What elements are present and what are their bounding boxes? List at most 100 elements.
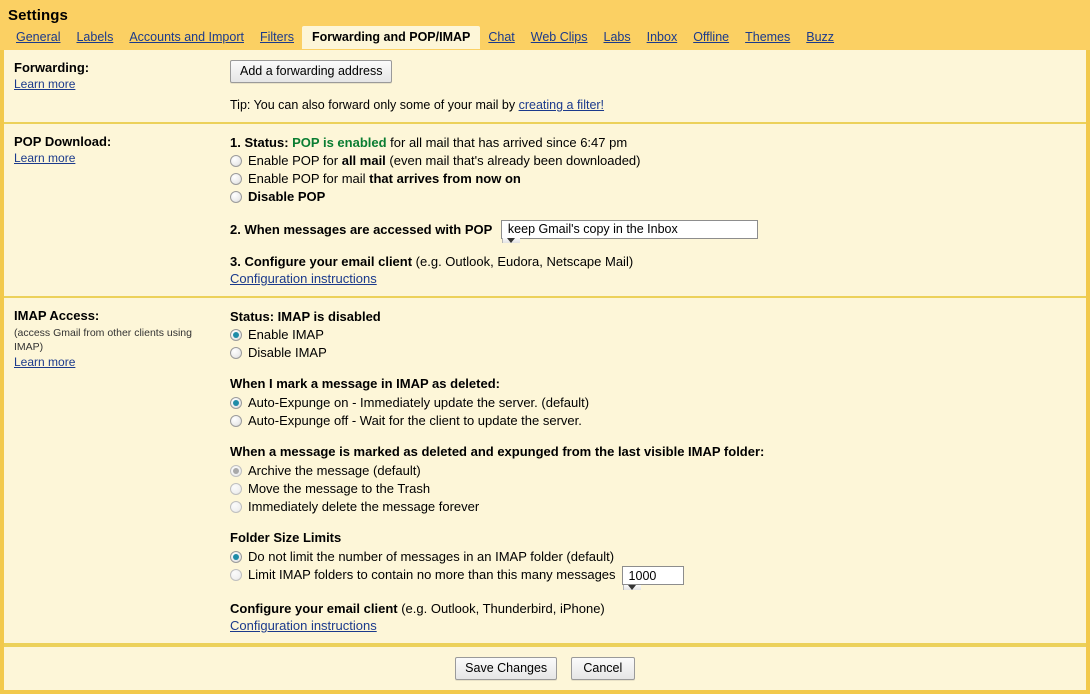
imap-field-col: Status: IMAP is disabled Enable IMAPDisa… bbox=[230, 298, 1086, 643]
radio-text-bold: that arrives from now on bbox=[369, 171, 521, 186]
pop-status-suffix: for all mail that has arrived since 6:47… bbox=[387, 135, 628, 150]
tab-buzz[interactable]: Buzz bbox=[798, 27, 842, 49]
cancel-button[interactable]: Cancel bbox=[571, 657, 635, 680]
imap-folder-limit-select-value: 1000 bbox=[623, 569, 663, 583]
imap-deleted-option[interactable]: Immediately delete the message forever bbox=[230, 498, 1076, 515]
radio-button-icon[interactable] bbox=[230, 551, 242, 563]
radio-button-icon[interactable] bbox=[230, 501, 242, 513]
tab-themes[interactable]: Themes bbox=[737, 27, 798, 49]
radio-button-icon[interactable] bbox=[230, 415, 242, 427]
imap-enable-option[interactable]: Disable IMAP bbox=[230, 344, 1076, 361]
forwarding-tip-text: Tip: You can also forward only some of y… bbox=[230, 98, 519, 112]
imap-deleted-label: Move the message to the Trash bbox=[248, 480, 430, 497]
imap-sublabel: (access Gmail from other clients using I… bbox=[14, 326, 222, 354]
imap-expunge-option[interactable]: Auto-Expunge on - Immediately update the… bbox=[230, 394, 1076, 411]
tab-accounts-and-import[interactable]: Accounts and Import bbox=[121, 27, 252, 49]
imap-enable-option[interactable]: Enable IMAP bbox=[230, 326, 1076, 343]
pop-radio-group: Enable POP for all mail (even mail that'… bbox=[230, 152, 1076, 205]
pop-access-select[interactable]: keep Gmail's copy in the Inbox bbox=[501, 220, 758, 239]
tab-forwarding-and-pop-imap[interactable]: Forwarding and POP/IMAP bbox=[302, 26, 480, 49]
pop-enable-label: Enable POP for all mail (even mail that'… bbox=[248, 152, 641, 169]
radio-button-icon[interactable] bbox=[230, 465, 242, 477]
imap-deleted-radio-group: Archive the message (default)Move the me… bbox=[230, 462, 1076, 515]
pop-label-col: POP Download: Learn more bbox=[4, 124, 230, 296]
imap-deleted-option[interactable]: Move the message to the Trash bbox=[230, 480, 1076, 497]
imap-deleted-option[interactable]: Archive the message (default) bbox=[230, 462, 1076, 479]
imap-label: IMAP Access: bbox=[14, 308, 222, 324]
imap-configure-line: Configure your email client (e.g. Outloo… bbox=[230, 600, 1076, 617]
imap-folder-size-heading: Folder Size Limits bbox=[230, 529, 1076, 546]
imap-deleted-label: Immediately delete the message forever bbox=[248, 498, 479, 515]
settings-tab-bar: GeneralLabelsAccounts and ImportFiltersF… bbox=[0, 26, 1090, 49]
tab-web-clips[interactable]: Web Clips bbox=[523, 27, 596, 49]
imap-label-col: IMAP Access: (access Gmail from other cl… bbox=[4, 298, 230, 643]
add-forwarding-address-button[interactable]: Add a forwarding address bbox=[230, 60, 392, 83]
pop-configure-rest: (e.g. Outlook, Eudora, Netscape Mail) bbox=[412, 254, 633, 269]
radio-button-icon[interactable] bbox=[230, 569, 242, 581]
imap-deleted-heading: When a message is marked as deleted and … bbox=[230, 443, 1076, 460]
pop-enable-option[interactable]: Disable POP bbox=[230, 188, 1076, 205]
radio-text-pre: Enable POP for bbox=[248, 153, 342, 168]
imap-expunge-label: Auto-Expunge off - Wait for the client t… bbox=[248, 412, 582, 429]
radio-text-post: (even mail that's already been downloade… bbox=[386, 153, 641, 168]
radio-button-icon[interactable] bbox=[230, 347, 242, 359]
imap-configure-bold: Configure your email client bbox=[230, 601, 398, 616]
forwarding-label: Forwarding: bbox=[14, 60, 222, 76]
spacer bbox=[230, 239, 1076, 253]
imap-enable-radio-group: Enable IMAPDisable IMAP bbox=[230, 326, 1076, 361]
pop-enable-option[interactable]: Enable POP for mail that arrives from no… bbox=[230, 170, 1076, 187]
imap-learn-more-link[interactable]: Learn more bbox=[14, 355, 75, 369]
pop-configure-number: 3. bbox=[230, 254, 244, 269]
pop-access-select-value: keep Gmail's copy in the Inbox bbox=[502, 222, 684, 236]
pop-field-col: 1. Status: POP is enabled for all mail t… bbox=[230, 124, 1086, 296]
radio-button-icon[interactable] bbox=[230, 191, 242, 203]
imap-deleted-label: Archive the message (default) bbox=[248, 462, 421, 479]
radio-button-icon[interactable] bbox=[230, 397, 242, 409]
imap-folder-limit-option[interactable]: Do not limit the number of messages in a… bbox=[230, 548, 1076, 565]
tab-general[interactable]: General bbox=[8, 27, 68, 49]
forwarding-section: Forwarding: Learn more Add a forwarding … bbox=[4, 50, 1086, 124]
pop-enable-option[interactable]: Enable POP for all mail (even mail that'… bbox=[230, 152, 1076, 169]
pop-access-row: 2. When messages are accessed with POP k… bbox=[230, 220, 1076, 239]
pop-enable-label: Disable POP bbox=[248, 188, 325, 205]
spacer bbox=[230, 206, 1076, 220]
creating-a-filter-link[interactable]: creating a filter! bbox=[519, 98, 604, 112]
tab-filters[interactable]: Filters bbox=[252, 27, 302, 49]
radio-button-icon[interactable] bbox=[230, 483, 242, 495]
tab-offline[interactable]: Offline bbox=[685, 27, 737, 49]
forwarding-field-col: Add a forwarding address Tip: You can al… bbox=[230, 50, 1086, 122]
imap-folder-limit-label: Do not limit the number of messages in a… bbox=[248, 548, 614, 565]
imap-folder-limit-option[interactable]: Limit IMAP folders to contain no more th… bbox=[230, 566, 1076, 585]
forwarding-learn-more-link[interactable]: Learn more bbox=[14, 77, 75, 91]
tab-labs[interactable]: Labs bbox=[596, 27, 639, 49]
tab-labels[interactable]: Labels bbox=[68, 27, 121, 49]
radio-button-icon[interactable] bbox=[230, 329, 242, 341]
pop-configure-bold: Configure your email client bbox=[244, 254, 412, 269]
pop-status-number: 1. bbox=[230, 135, 244, 150]
pop-access-label: 2. When messages are accessed with POP bbox=[230, 222, 492, 237]
save-changes-button[interactable]: Save Changes bbox=[455, 657, 557, 680]
radio-text-bold: Disable POP bbox=[248, 189, 325, 204]
tab-inbox[interactable]: Inbox bbox=[639, 27, 686, 49]
radio-button-icon[interactable] bbox=[230, 155, 242, 167]
imap-expunge-option[interactable]: Auto-Expunge off - Wait for the client t… bbox=[230, 412, 1076, 429]
radio-text-pre: Enable POP for mail bbox=[248, 171, 369, 186]
pop-configuration-instructions-link[interactable]: Configuration instructions bbox=[230, 271, 377, 286]
pop-configure-line: 3. Configure your email client (e.g. Out… bbox=[230, 253, 1076, 270]
settings-header: Settings GeneralLabelsAccounts and Impor… bbox=[0, 0, 1090, 50]
settings-page: Settings GeneralLabelsAccounts and Impor… bbox=[0, 0, 1090, 694]
tab-chat[interactable]: Chat bbox=[480, 27, 522, 49]
imap-expunge-heading: When I mark a message in IMAP as deleted… bbox=[230, 375, 1076, 392]
forwarding-tip: Tip: You can also forward only some of y… bbox=[230, 98, 1076, 112]
imap-folder-radio-group: Do not limit the number of messages in a… bbox=[230, 548, 1076, 585]
imap-enable-label: Disable IMAP bbox=[248, 344, 327, 361]
imap-folder-limit-select[interactable]: 1000 bbox=[622, 566, 684, 585]
imap-configuration-instructions-link[interactable]: Configuration instructions bbox=[230, 618, 377, 633]
forwarding-label-col: Forwarding: Learn more bbox=[4, 50, 230, 122]
pop-learn-more-link[interactable]: Learn more bbox=[14, 151, 75, 165]
settings-content: Forwarding: Learn more Add a forwarding … bbox=[0, 50, 1090, 694]
radio-button-icon[interactable] bbox=[230, 173, 242, 185]
pop-download-section: POP Download: Learn more 1. Status: POP … bbox=[4, 124, 1086, 298]
page-title: Settings bbox=[0, 4, 1090, 26]
pop-status-value: POP is enabled bbox=[292, 135, 386, 150]
